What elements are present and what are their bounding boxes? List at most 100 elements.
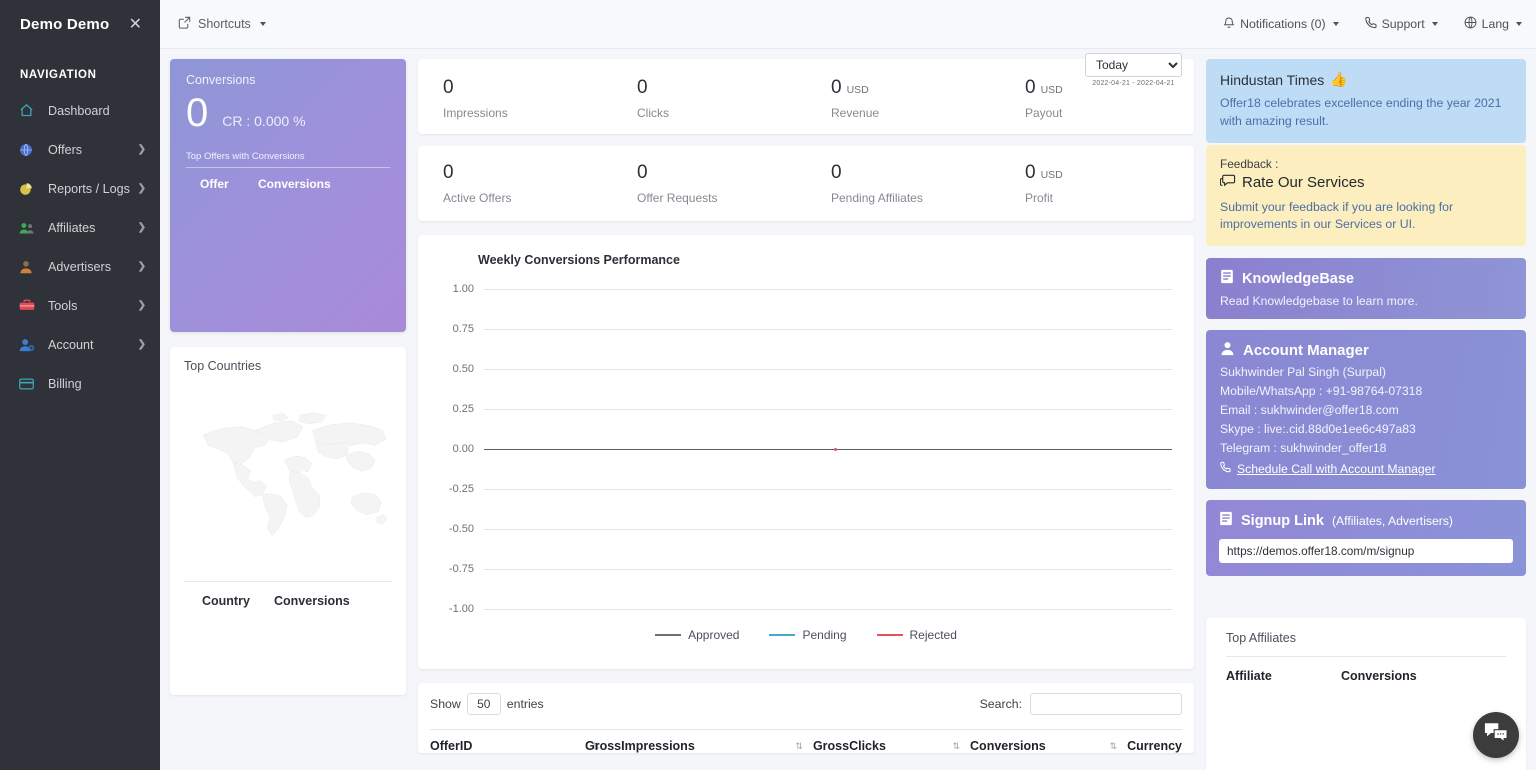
- chart-title: Weekly Conversions Performance: [478, 253, 680, 267]
- toolbox-icon: [19, 299, 41, 312]
- nav-section-title: NAVIGATION: [20, 69, 97, 81]
- column-header-currency[interactable]: Currency: [1127, 739, 1182, 753]
- feedback-heading-row[interactable]: Rate Our Services: [1219, 174, 1512, 192]
- knowledgebase-body: Read Knowledgebase to learn more.: [1220, 294, 1418, 309]
- top-countries-card: Top Countries Country Conversions: [170, 347, 406, 695]
- show-label: Show: [430, 697, 461, 711]
- legend-item-rejected[interactable]: Rejected: [876, 628, 957, 642]
- sidebar-item-reports-logs[interactable]: Reports / Logs ❯: [0, 169, 160, 208]
- stat-unit: USD: [846, 84, 869, 96]
- date-range-control: Today Yesterday Last 7 Days This Month L…: [1085, 53, 1182, 87]
- account-manager-title: Account Manager: [1243, 342, 1369, 360]
- sidebar-item-tools[interactable]: Tools ❯: [0, 286, 160, 325]
- column-conversions: Conversions: [1341, 669, 1417, 684]
- sidebar-item-affiliates[interactable]: Affiliates ❯: [0, 208, 160, 247]
- news-body[interactable]: Offer18 celebrates excellence ending the…: [1220, 95, 1512, 131]
- chevron-right-icon: ❯: [137, 222, 146, 233]
- chart-legend: Approved Pending Rejected: [432, 628, 1180, 642]
- account-manager-email: Email : sukhwinder@offer18.com: [1220, 403, 1399, 418]
- column-country: Country: [202, 594, 250, 608]
- column-header-grossclicks[interactable]: GrossClicks ⇅: [813, 739, 970, 753]
- y-tick-label: 0.00: [452, 443, 474, 455]
- schedule-call-link[interactable]: Schedule Call with Account Manager: [1220, 461, 1512, 476]
- sidebar-item-advertisers[interactable]: Advertisers ❯: [0, 247, 160, 286]
- top-countries-title: Top Countries: [184, 359, 262, 373]
- world-map[interactable]: [184, 373, 392, 573]
- language-menu[interactable]: Lang: [1464, 16, 1522, 32]
- legend-item-approved[interactable]: Approved: [655, 628, 739, 642]
- gridline: [484, 489, 1172, 490]
- chart-plot-area[interactable]: 1.00 0.75 0.50 0.25 0.00 -0.25 -0.50 -0.…: [432, 279, 1180, 615]
- dashboard-columns: Conversions 0 CR : 0.000 % Top Offers wi…: [170, 53, 1526, 770]
- stat-value: 0: [637, 162, 648, 183]
- date-range-select[interactable]: Today Yesterday Last 7 Days This Month L…: [1085, 53, 1182, 77]
- sidebar-item-billing[interactable]: Billing: [0, 364, 160, 403]
- column-label: Currency: [1127, 739, 1182, 753]
- column-header-grossimpressions[interactable]: GrossImpressions ⇅: [585, 739, 813, 753]
- entries-label: entries: [506, 697, 544, 711]
- y-tick-label: 0.75: [452, 323, 474, 335]
- column-label: GrossImpressions: [585, 739, 695, 753]
- stat-value: 0: [443, 162, 454, 183]
- notifications-menu[interactable]: Notifications (0): [1223, 16, 1339, 32]
- account-manager-title-row: Account Manager: [1220, 341, 1512, 360]
- sidebar-item-label: Dashboard: [48, 103, 110, 118]
- gridline: [484, 609, 1172, 610]
- knowledgebase-title-row: KnowledgeBase: [1220, 269, 1512, 288]
- legend-item-pending[interactable]: Pending: [769, 628, 847, 642]
- sort-icon: ⇅: [1109, 740, 1118, 751]
- column-affiliate: Affiliate: [1226, 669, 1272, 684]
- sidebar-item-label: Affiliates: [48, 220, 96, 235]
- gridline: [484, 369, 1172, 370]
- stat-value-wrap: 0 USD: [831, 77, 1000, 99]
- close-icon[interactable]: ✕: [125, 15, 146, 35]
- external-link-icon: [178, 16, 191, 32]
- stat-pending-affiliates: 0 Pending Affiliates: [806, 162, 1000, 205]
- page-length-control: Show entries: [430, 693, 544, 715]
- feedback-panel: Feedback : Rate Our Services Submit your…: [1206, 144, 1526, 247]
- comment-icon: [1219, 174, 1236, 192]
- column-conversions: Conversions: [274, 594, 350, 608]
- conversion-rate: CR : 0.000 %: [222, 113, 306, 129]
- stat-label: Clicks: [637, 106, 669, 120]
- account-manager-telegram: Telegram : sukhwinder_offer18: [1220, 441, 1387, 456]
- card-icon: [19, 377, 41, 390]
- stat-value-wrap: 0: [443, 162, 612, 184]
- book-icon: [1220, 269, 1234, 288]
- chevron-right-icon: ❯: [137, 300, 146, 311]
- schedule-call-label: Schedule Call with Account Manager: [1237, 461, 1436, 476]
- stat-active-offers: 0 Active Offers: [418, 162, 612, 205]
- stat-label: Payout: [1025, 106, 1063, 120]
- sidebar-item-account[interactable]: Account ❯: [0, 325, 160, 364]
- support-menu[interactable]: Support: [1364, 16, 1438, 32]
- column-header-offerid[interactable]: OfferID ⇅: [430, 739, 600, 753]
- feedback-label: Feedback :: [1220, 156, 1279, 171]
- stat-value-wrap: 0: [831, 162, 1000, 184]
- search-input[interactable]: [1030, 693, 1182, 715]
- feedback-body[interactable]: Submit your feedback if you are looking …: [1220, 199, 1512, 235]
- stat-label: Impressions: [443, 106, 508, 120]
- chat-widget-button[interactable]: [1473, 712, 1519, 758]
- chevron-right-icon: ❯: [137, 339, 146, 350]
- column-header-conversions[interactable]: Conversions ⇅: [970, 739, 1127, 753]
- globe-icon: [19, 143, 41, 157]
- sort-icon: ⇅: [952, 740, 961, 751]
- stat-label: Active Offers: [443, 191, 512, 205]
- stat-unit: USD: [1040, 84, 1063, 96]
- top-offers-table-header: Offer Conversions: [186, 177, 390, 191]
- topbar-right-group: Notifications (0) Support Lang: [1223, 16, 1522, 32]
- stat-unit: USD: [1040, 169, 1063, 181]
- data-point-rejected[interactable]: [834, 448, 837, 451]
- sidebar-item-offers[interactable]: Offers ❯: [0, 130, 160, 169]
- sidebar: Demo Demo ✕ NAVIGATION Dashboard Offers …: [0, 0, 160, 770]
- sidebar-item-dashboard[interactable]: Dashboard: [0, 91, 160, 130]
- y-tick-label: -1.00: [448, 603, 474, 615]
- news-title-row: Hindustan Times 👍: [1220, 71, 1512, 88]
- page-length-input[interactable]: [466, 693, 501, 715]
- center-column: Today Yesterday Last 7 Days This Month L…: [418, 53, 1194, 753]
- knowledgebase-panel[interactable]: KnowledgeBase Read Knowledgebase to lear…: [1206, 258, 1526, 320]
- top-affiliates-table-header: Affiliate Conversions: [1226, 656, 1506, 683]
- shortcuts-label: Shortcuts: [198, 17, 251, 31]
- shortcuts-menu[interactable]: Shortcuts: [178, 16, 266, 32]
- signup-url-input[interactable]: [1219, 539, 1513, 564]
